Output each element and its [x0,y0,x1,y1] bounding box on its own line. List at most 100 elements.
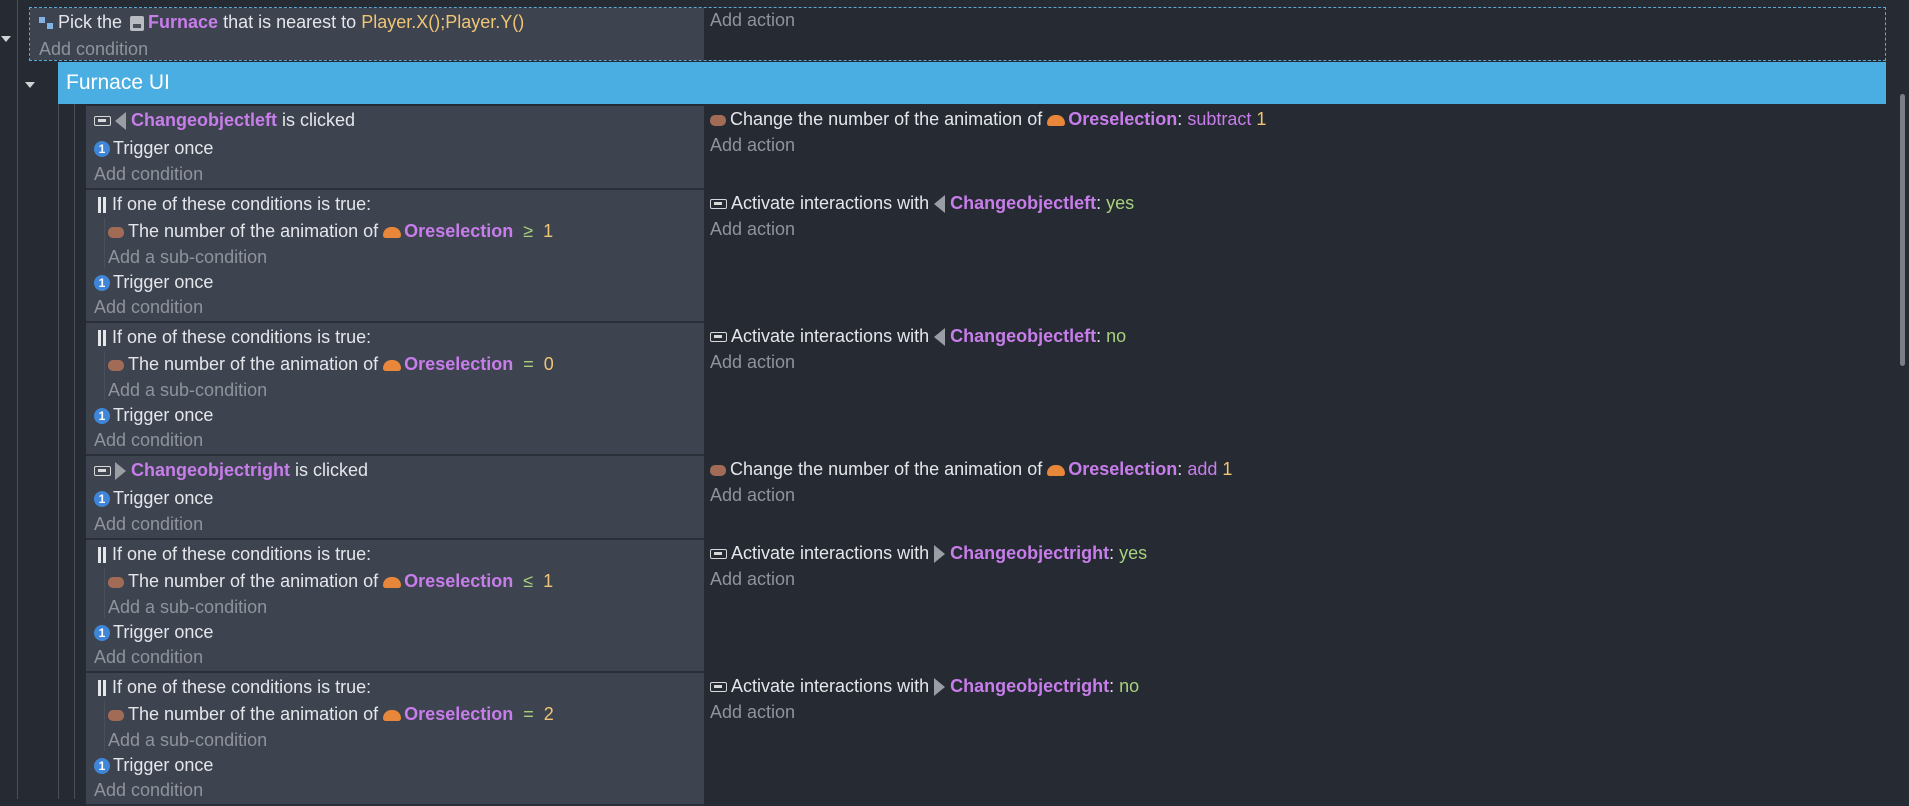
add-sub-condition-link[interactable]: Add a sub-condition [108,595,267,619]
add-action-link[interactable]: Add action [710,567,795,591]
object-name: Oreselection [404,221,514,241]
comparison-operator: = [523,354,534,374]
pick-nearest-condition[interactable]: Pick the Furnace that is nearest to Play… [39,10,524,34]
arrow-right-object-icon [934,678,946,697]
button-icon [710,332,727,343]
animation-number-condition[interactable]: The number of the animation of Oreselect… [108,569,553,593]
add-action-link[interactable]: Add action [710,700,795,724]
trigger-once-icon: 1 [94,625,110,642]
animation-number-condition[interactable]: The number of the animation of Oreselect… [108,352,554,376]
or-icon [98,680,106,697]
comparison-value: 0 [543,354,554,374]
add-condition-link[interactable]: Add condition [94,645,203,669]
button-icon [94,116,111,127]
trigger-once-condition[interactable]: 1 Trigger once [94,486,213,510]
add-sub-condition-link[interactable]: Add a sub-condition [108,245,267,269]
activate-interactions-action[interactable]: Activate interactions with Changeobjectr… [710,674,1139,698]
object-name: Changeobjectleft [131,110,278,130]
animation-number-condition[interactable]: The number of the animation of Oreselect… [108,702,554,726]
sub-condition-line [104,568,105,618]
clicked-condition[interactable]: Changeobjectright is clicked [94,458,368,482]
add-condition-link[interactable]: Add condition [39,37,148,61]
ore-object-icon [383,226,402,238]
activate-value: no [1106,326,1127,346]
activate-interactions-action[interactable]: Activate interactions with Changeobjectr… [710,541,1147,565]
comparison-operator: = [523,704,534,724]
activate-interactions-action[interactable]: Activate interactions with Changeobjectl… [710,324,1126,348]
sub-condition-line [104,351,105,401]
animation-icon [108,576,124,588]
add-condition-link[interactable]: Add condition [94,778,203,802]
add-action-link[interactable]: Add action [710,350,795,374]
object-name: Oreselection [404,571,514,591]
operation: add [1187,459,1218,479]
or-condition-header[interactable]: If one of these conditions is true: [98,325,371,349]
group-header-furnace-ui[interactable]: Furnace UI [58,62,1886,104]
ore-object-icon [383,709,402,721]
comparison-value: 1 [543,221,554,241]
or-icon [98,197,106,214]
add-condition-link[interactable]: Add condition [94,162,203,186]
comparison-value: 1 [543,571,554,591]
add-action-link[interactable]: Add action [710,217,795,241]
trigger-once-condition[interactable]: 1 Trigger once [94,136,213,160]
arrow-right-object-icon [115,462,126,481]
activate-value: yes [1119,543,1148,563]
gutter-line-group [58,104,59,799]
operation-value: 1 [1222,459,1233,479]
change-animation-action[interactable]: Change the number of the animation of Or… [710,107,1266,131]
activate-interactions-action[interactable]: Activate interactions with Changeobjectl… [710,191,1134,215]
add-action-link[interactable]: Add action [710,8,795,32]
operation-value: 1 [1256,109,1267,129]
ore-object-icon [383,359,402,371]
add-sub-condition-link[interactable]: Add a sub-condition [108,728,267,752]
collapse-top-chevron-icon[interactable] [1,36,11,42]
object-name: Changeobjectright [131,460,291,480]
animation-icon [108,709,124,721]
add-condition-link[interactable]: Add condition [94,512,203,536]
animation-icon [108,359,124,371]
object-name: Changeobjectright [950,676,1110,696]
trigger-once-condition[interactable]: 1 Trigger once [94,620,213,644]
or-condition-header[interactable]: If one of these conditions is true: [98,192,371,216]
trigger-once-icon: 1 [94,141,110,158]
or-icon [98,547,106,564]
or-icon [98,330,106,347]
trigger-once-condition[interactable]: 1 Trigger once [94,403,213,427]
trigger-once-condition[interactable]: 1 Trigger once [94,753,213,777]
gutter-line-root [17,0,18,799]
add-action-link[interactable]: Add action [710,133,795,157]
or-condition-header[interactable]: If one of these conditions is true: [98,675,371,699]
operation: subtract [1187,109,1252,129]
comparison-operator: ≤ [523,571,534,591]
change-animation-action[interactable]: Change the number of the animation of Or… [710,457,1232,481]
activate-value: yes [1106,193,1135,213]
clicked-condition[interactable]: Changeobjectleft is clicked [94,108,355,132]
trigger-once-condition[interactable]: 1 Trigger once [94,270,213,294]
object-name: Changeobjectleft [950,193,1097,213]
add-sub-condition-link[interactable]: Add a sub-condition [108,378,267,402]
animation-icon [710,114,726,126]
button-icon [710,549,727,560]
trigger-once-icon: 1 [94,275,110,292]
button-icon [710,199,727,210]
add-condition-link[interactable]: Add condition [94,428,203,452]
animation-icon [710,464,726,476]
button-icon [710,682,727,693]
furnace-object-name: Furnace [148,12,219,32]
add-action-link[interactable]: Add action [710,483,795,507]
trigger-once-icon: 1 [94,491,110,508]
object-name: Oreselection [1068,109,1178,129]
arrow-right-object-icon [934,545,946,564]
add-condition-link[interactable]: Add condition [94,295,203,319]
collapse-group-chevron-icon[interactable] [25,82,35,88]
animation-number-condition[interactable]: The number of the animation of Oreselect… [108,219,553,243]
ore-object-icon [1047,464,1066,476]
comparison-value: 2 [543,704,554,724]
sub-condition-line [104,701,105,751]
vertical-scrollbar[interactable] [1900,94,1905,366]
gutter-line-events [74,104,75,799]
ore-object-icon [383,576,402,588]
or-condition-header[interactable]: If one of these conditions is true: [98,542,371,566]
furnace-icon [130,15,145,31]
